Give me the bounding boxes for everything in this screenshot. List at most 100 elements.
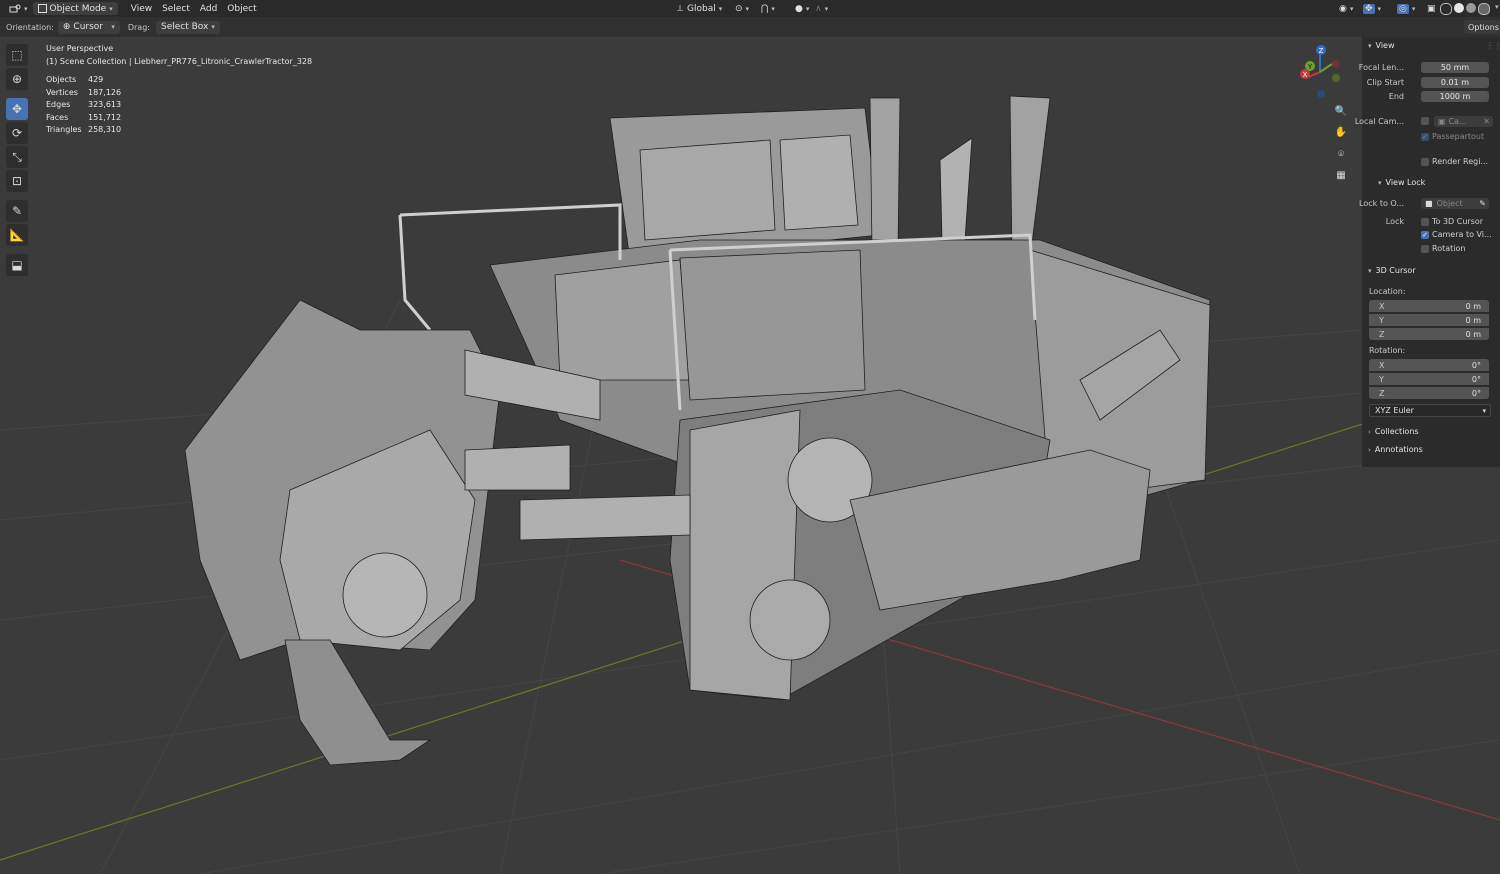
clip-start-field[interactable]: 0.01 m (1421, 76, 1489, 88)
local-camera-label: Local Cam... (1354, 116, 1404, 126)
render-region-checkbox[interactable] (1421, 157, 1429, 166)
scale-tool[interactable]: ⤡ (6, 146, 28, 168)
menu-add[interactable]: Add (195, 4, 222, 14)
options-button[interactable]: Options (1464, 20, 1500, 34)
menu-object[interactable]: Object (222, 4, 261, 14)
editor-type-button[interactable]: ▾ (4, 2, 33, 15)
camera-view-button[interactable]: ⌾ (1333, 146, 1349, 162)
3d-viewport[interactable] (0, 37, 1500, 874)
z-label: Z (1379, 329, 1385, 339)
view-section-header[interactable]: ▾ View ⋮⋮ (1368, 41, 1500, 50)
local-camera-checkbox[interactable] (1421, 117, 1429, 125)
material-shading-icon[interactable] (1466, 3, 1476, 13)
cursor-tool[interactable]: ⊕ (6, 68, 28, 90)
annotate-tool[interactable]: ✎ (6, 200, 28, 222)
cursor-location-z[interactable]: Z 0 m (1369, 328, 1489, 340)
rotation-lock-checkbox[interactable] (1421, 244, 1429, 253)
viewport-header: ▾ Object Mode ▾ View Select Add Object ⟂… (0, 0, 1500, 17)
rotate-tool[interactable]: ⟳ (6, 122, 28, 144)
solid-shading-icon[interactable] (1454, 3, 1464, 13)
pencil-icon: ✎ (11, 204, 23, 218)
stat-value: 429 (88, 75, 104, 84)
stat-label: Vertices (46, 87, 78, 97)
local-camera-field[interactable]: ▣ Ca... ✕ (1434, 115, 1493, 127)
grid-icon: ▦ (1336, 169, 1346, 181)
view-lock-section-header[interactable]: ▾ View Lock (1378, 178, 1425, 187)
location-label: Location: (1369, 287, 1406, 296)
lock-to-object-field[interactable]: ■ Object ✎ (1421, 197, 1489, 209)
rotation-label: Rotation: (1369, 346, 1405, 355)
zoom-icon: 🔍 (1334, 105, 1348, 117)
cursor-rotation-x[interactable]: X 0° (1369, 359, 1489, 371)
transform-icon: ⊡ (11, 174, 23, 188)
gizmo-toggle[interactable]: ✥ ▾ (1358, 2, 1386, 15)
zoom-button[interactable]: 🔍 (1333, 103, 1349, 119)
visibility-button[interactable]: ◉ ▾ (1334, 2, 1358, 15)
global-axes-icon: ⟂ (677, 3, 684, 14)
cursor-location-y[interactable]: Y 0 m (1369, 314, 1489, 326)
to-3d-cursor-checkbox[interactable] (1421, 217, 1429, 226)
mode-select[interactable]: Object Mode ▾ (32, 2, 118, 15)
3d-cursor-section-header[interactable]: ▾ 3D Cursor (1368, 266, 1416, 275)
falloff-button[interactable]: ∧ ▾ (810, 2, 833, 15)
drag-label: Drag: (127, 22, 150, 32)
measure-tool[interactable]: 📐 (6, 224, 28, 246)
to-3d-cursor-label: To 3D Cursor (1432, 217, 1484, 226)
pan-button[interactable]: ✋ (1333, 124, 1349, 140)
rendered-shading-icon[interactable] (1478, 3, 1490, 15)
annotations-section-header[interactable]: › Annotations (1368, 445, 1423, 454)
clear-icon[interactable]: ✕ (1483, 117, 1490, 126)
orientation-select[interactable]: ⊕ Cursor ▾ (57, 20, 120, 34)
view-lock-title: View Lock (1385, 178, 1426, 187)
bulldozer-model (184, 95, 1211, 766)
chevron-down-icon: ▾ (1349, 4, 1354, 13)
rotation-lock-label: Rotation (1432, 244, 1466, 253)
select-box-tool[interactable]: ⬚ (6, 44, 28, 66)
overlays-toggle[interactable]: ◎ ▾ (1392, 2, 1420, 15)
passepartout-row: ✓ Passepartout (1421, 132, 1484, 141)
eyedropper-icon[interactable]: ✎ (1479, 199, 1486, 208)
proportional-edit-icon: ● (795, 3, 803, 14)
chevron-down-icon: ▾ (1377, 4, 1382, 13)
snap-button[interactable]: ⋂ ▾ (756, 2, 780, 15)
clip-end-label: End (1388, 91, 1404, 101)
collections-section-header[interactable]: › Collections (1368, 427, 1419, 436)
lock-label: Lock (1385, 216, 1404, 226)
cursor-rotation-y[interactable]: Y 0° (1369, 373, 1489, 385)
transform-orientation-select[interactable]: ⟂ Global ▾ (672, 2, 727, 15)
pivot-point-button[interactable]: ⊙ ▾ (730, 2, 754, 15)
focal-length-field[interactable]: 50 mm (1421, 61, 1489, 73)
navigation-gizmo[interactable]: Z Y X (1296, 42, 1348, 102)
y-label: Y (1379, 374, 1384, 384)
eye-icon: ◉ (1339, 3, 1347, 14)
location-label-text: Location: (1369, 287, 1406, 296)
stat-label: Edges (46, 100, 71, 109)
clip-end-field[interactable]: 1000 m (1421, 90, 1489, 102)
passepartout-checkbox[interactable]: ✓ (1421, 132, 1429, 141)
drag-select[interactable]: Select Box ▾ (155, 20, 220, 34)
select-box-icon: ⬚ (11, 48, 23, 62)
chevron-down-icon[interactable]: ▾ (1495, 3, 1499, 15)
mode-label: Object Mode (49, 3, 107, 14)
add-cube-tool[interactable]: ⬓ (6, 254, 28, 276)
move-tool[interactable]: ✥ (6, 98, 28, 120)
viewport-scene[interactable] (0, 37, 1500, 874)
ortho-toggle-button[interactable]: ▦ (1333, 167, 1349, 183)
wireframe-shading-icon[interactable] (1440, 3, 1452, 15)
transform-tool[interactable]: ⊡ (6, 170, 28, 192)
menu-view[interactable]: View (126, 4, 157, 14)
move-icon: ✥ (11, 102, 23, 116)
clip-end-row: End 1000 m (1362, 89, 1500, 103)
cursor-location-x[interactable]: X 0 m (1369, 300, 1489, 312)
menu-select[interactable]: Select (157, 4, 195, 14)
rotation-mode-value: XYZ Euler (1375, 406, 1414, 415)
gizmo-icon: ✥ (1363, 3, 1375, 14)
falloff-curve-icon: ∧ (815, 3, 822, 14)
cursor-rotation-z[interactable]: Z 0° (1369, 387, 1489, 399)
collections-title: Collections (1374, 427, 1419, 436)
camera-to-view-checkbox[interactable]: ✓ (1421, 230, 1429, 239)
xray-toggle[interactable]: ▣ (1422, 2, 1441, 15)
rotation-mode-select[interactable]: XYZ Euler ▾ (1369, 404, 1491, 417)
magnet-icon: ⋂ (761, 3, 769, 14)
overlays-icon: ◎ (1397, 3, 1409, 14)
